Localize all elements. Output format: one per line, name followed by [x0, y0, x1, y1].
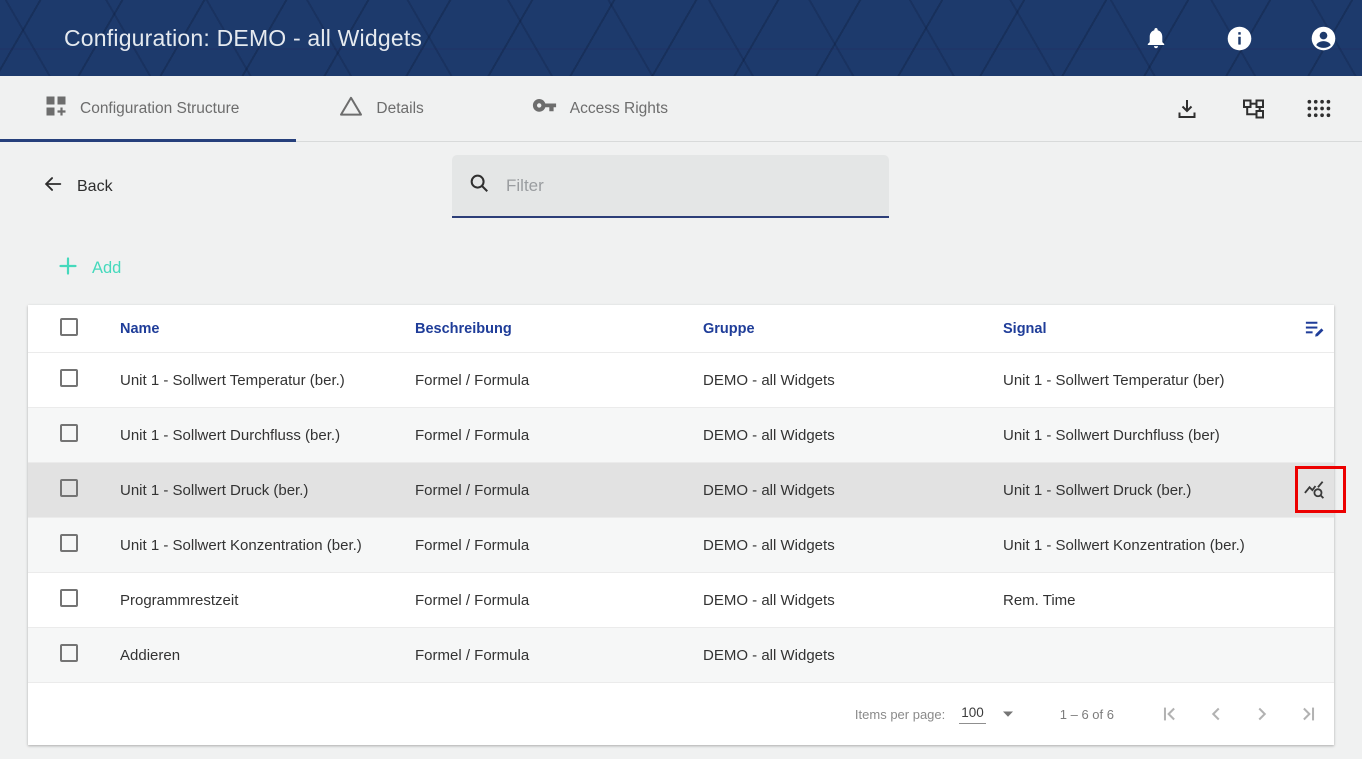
- chart-search-icon: [1303, 479, 1326, 502]
- cell-beschreibung: Formel / Formula: [415, 647, 703, 664]
- items-per-page-select[interactable]: 100: [959, 705, 986, 724]
- cell-name: Unit 1 - Sollwert Temperatur (ber.): [120, 372, 415, 389]
- table-row-highlighted[interactable]: Unit 1 - Sollwert Druck (ber.) Formel / …: [28, 462, 1334, 517]
- cell-beschreibung: Formel / Formula: [415, 592, 703, 609]
- row-checkbox[interactable]: [60, 589, 78, 607]
- page-title: Configuration: DEMO - all Widgets: [64, 25, 422, 52]
- cell-name: Programmrestzeit: [120, 592, 415, 609]
- tab-label: Details: [376, 100, 423, 118]
- first-page-button[interactable]: [1158, 702, 1182, 726]
- cell-name: Unit 1 - Sollwert Druck (ber.): [120, 482, 415, 499]
- column-header-gruppe[interactable]: Gruppe: [703, 321, 1003, 337]
- column-header-name[interactable]: Name: [120, 321, 415, 337]
- cell-gruppe: DEMO - all Widgets: [703, 427, 1003, 444]
- select-all-checkbox[interactable]: [60, 318, 78, 336]
- cell-beschreibung: Formel / Formula: [415, 372, 703, 389]
- table-row[interactable]: Unit 1 - Sollwert Konzentration (ber.) F…: [28, 517, 1334, 572]
- page-range-label: 1 – 6 of 6: [1060, 707, 1114, 722]
- tab-details[interactable]: Details: [339, 95, 423, 122]
- grid-icon[interactable]: [1306, 96, 1332, 122]
- tab-label: Configuration Structure: [80, 100, 239, 118]
- row-checkbox[interactable]: [60, 644, 78, 662]
- search-icon: [468, 172, 490, 199]
- download-icon[interactable]: [1174, 96, 1200, 122]
- cell-gruppe: DEMO - all Widgets: [703, 482, 1003, 499]
- row-checkbox[interactable]: [60, 479, 78, 497]
- row-checkbox[interactable]: [60, 534, 78, 552]
- playlist-edit-icon: [1303, 317, 1326, 340]
- notifications-icon[interactable]: [1142, 25, 1169, 52]
- edit-columns-button[interactable]: [1270, 317, 1334, 340]
- tab-access-rights[interactable]: Access Rights: [532, 96, 668, 121]
- warning-triangle-icon: [339, 95, 363, 122]
- table-row[interactable]: Programmrestzeit Formel / Formula DEMO -…: [28, 572, 1334, 627]
- cell-beschreibung: Formel / Formula: [415, 482, 703, 499]
- paginator: Items per page: 100 1 – 6 of 6: [28, 682, 1334, 745]
- account-icon[interactable]: [1310, 25, 1337, 52]
- cell-signal: Unit 1 - Sollwert Durchfluss (ber): [1003, 427, 1270, 444]
- items-per-page-label: Items per page:: [855, 707, 945, 722]
- cell-name: Unit 1 - Sollwert Durchfluss (ber.): [120, 427, 415, 444]
- info-icon[interactable]: [1226, 25, 1253, 52]
- arrow-left-icon: [42, 173, 64, 200]
- caret-down-icon[interactable]: [1002, 710, 1014, 718]
- table-row[interactable]: Unit 1 - Sollwert Durchfluss (ber.) Form…: [28, 407, 1334, 462]
- hierarchy-icon[interactable]: [1240, 96, 1266, 122]
- key-icon: [532, 96, 557, 121]
- column-header-signal[interactable]: Signal: [1003, 321, 1270, 337]
- tabbar-action-icons: [1174, 96, 1332, 122]
- page-body: Configuration Structure Details Access R…: [0, 76, 1362, 759]
- cell-beschreibung: Formel / Formula: [415, 427, 703, 444]
- plus-icon: [58, 256, 78, 281]
- back-label: Back: [77, 178, 113, 196]
- tab-label: Access Rights: [570, 100, 668, 118]
- cell-signal: Unit 1 - Sollwert Temperatur (ber): [1003, 372, 1270, 389]
- row-checkbox[interactable]: [60, 424, 78, 442]
- next-page-button[interactable]: [1250, 702, 1274, 726]
- cell-signal: Unit 1 - Sollwert Druck (ber.): [1003, 482, 1270, 499]
- tab-bar: Configuration Structure Details Access R…: [0, 76, 1362, 142]
- previous-page-button[interactable]: [1204, 702, 1228, 726]
- cell-gruppe: DEMO - all Widgets: [703, 592, 1003, 609]
- active-tab-indicator: [0, 139, 296, 142]
- cell-name: Unit 1 - Sollwert Konzentration (ber.): [120, 537, 415, 554]
- add-button[interactable]: Add: [58, 256, 121, 281]
- cell-gruppe: DEMO - all Widgets: [703, 647, 1003, 664]
- column-header-beschreibung[interactable]: Beschreibung: [415, 321, 703, 337]
- add-label: Add: [92, 259, 121, 278]
- cell-name: Addieren: [120, 647, 415, 664]
- table-row[interactable]: Unit 1 - Sollwert Temperatur (ber.) Form…: [28, 352, 1334, 407]
- tab-configuration-structure[interactable]: Configuration Structure: [45, 95, 239, 122]
- dashboard-customize-icon: [45, 95, 67, 122]
- app-header: Configuration: DEMO - all Widgets: [0, 0, 1362, 76]
- signals-table: Name Beschreibung Gruppe Signal Unit 1 -…: [28, 305, 1334, 745]
- filter-field[interactable]: [452, 155, 889, 218]
- cell-beschreibung: Formel / Formula: [415, 537, 703, 554]
- back-button[interactable]: Back: [42, 173, 113, 200]
- pagination-controls: [1158, 702, 1320, 726]
- cell-signal: Unit 1 - Sollwert Konzentration (ber.): [1003, 537, 1270, 554]
- table-row[interactable]: Addieren Formel / Formula DEMO - all Wid…: [28, 627, 1334, 682]
- last-page-button[interactable]: [1296, 702, 1320, 726]
- filter-input[interactable]: [506, 176, 873, 196]
- header-icons: [1142, 25, 1337, 52]
- cell-signal: Rem. Time: [1003, 592, 1270, 609]
- signal-analysis-button[interactable]: [1270, 479, 1334, 502]
- cell-gruppe: DEMO - all Widgets: [703, 537, 1003, 554]
- table-header-row: Name Beschreibung Gruppe Signal: [28, 305, 1334, 352]
- row-checkbox[interactable]: [60, 369, 78, 387]
- cell-gruppe: DEMO - all Widgets: [703, 372, 1003, 389]
